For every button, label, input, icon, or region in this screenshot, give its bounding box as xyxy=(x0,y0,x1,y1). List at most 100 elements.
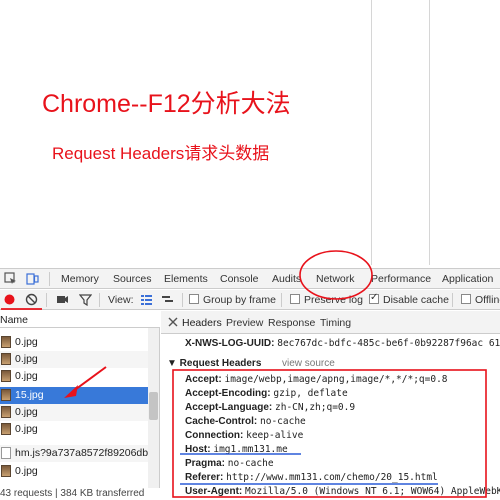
toolbar-separator xyxy=(182,293,183,307)
header-value: Mozilla/5.0 (Windows NT 6.1; WOW64) Appl… xyxy=(245,486,500,497)
request-name: 0.jpg xyxy=(15,370,38,382)
tab-memory[interactable]: Memory xyxy=(61,273,99,285)
tab-console[interactable]: Console xyxy=(220,273,259,285)
header-line-connection: Connection: keep-alive xyxy=(185,430,303,441)
filter-icon[interactable] xyxy=(79,293,92,306)
header-key: Cache-Control: xyxy=(185,416,258,427)
tab-preview[interactable]: Preview xyxy=(226,317,263,329)
header-value: img1.mm131.me xyxy=(213,444,288,455)
toolbar-separator xyxy=(46,293,47,307)
header-line-user-agent: User-Agent: Mozilla/5.0 (Windows NT 6.1;… xyxy=(185,486,500,497)
preserve-log-label: Preserve log xyxy=(304,294,363,306)
detail-tab-bar: Headers Preview Response Timing xyxy=(161,311,500,334)
group-by-frame-label: Group by frame xyxy=(203,294,276,306)
request-row[interactable]: 0.jpg xyxy=(0,463,148,480)
offline-checkbox[interactable] xyxy=(461,294,471,304)
network-toolbar: View: Group by frame Preserve log Disabl… xyxy=(0,290,500,310)
tab-headers[interactable]: Headers xyxy=(182,317,222,329)
tab-elements[interactable]: Elements xyxy=(164,273,208,285)
screenshot-camera-icon[interactable] xyxy=(56,293,69,306)
header-value: keep-alive xyxy=(246,430,304,441)
group-by-frame-checkbox[interactable] xyxy=(189,294,199,304)
header-line-pragma: Pragma: no-cache xyxy=(185,458,274,469)
preserve-log-checkbox[interactable] xyxy=(290,294,300,304)
request-name: 0.jpg xyxy=(15,336,38,348)
request-row[interactable]: 0.jpg xyxy=(0,368,148,385)
header-key: Accept: xyxy=(185,374,222,385)
image-thumbnail-icon xyxy=(1,465,11,477)
page-divider-right xyxy=(429,0,430,265)
header-line-host: Host: img1.mm131.me xyxy=(185,444,288,455)
header-key: X-NWS-LOG-UUID: xyxy=(185,338,275,349)
clear-icon[interactable] xyxy=(25,293,38,306)
scrollbar-thumb[interactable] xyxy=(149,392,158,420)
tab-sources[interactable]: Sources xyxy=(113,273,152,285)
view-label: View: xyxy=(108,294,134,306)
header-key: Accept-Language: xyxy=(185,402,273,413)
request-row-selected[interactable]: 15.jpg xyxy=(0,387,148,404)
header-value: 8ec767dc-bdfc-485c-be6f-0b92287f96ac 612 xyxy=(277,338,500,349)
header-value: gzip, deflate xyxy=(273,388,348,399)
image-thumbnail-icon xyxy=(1,370,11,382)
inspect-element-icon[interactable] xyxy=(4,272,17,285)
devtools-tab-bar: Memory Sources Elements Console Audits N… xyxy=(0,268,500,289)
image-thumbnail-icon xyxy=(1,423,11,435)
header-value: http://www.mm131.com/chemo/20_15.html xyxy=(226,472,438,483)
overview-icon[interactable] xyxy=(161,293,174,306)
record-icon[interactable] xyxy=(3,293,16,306)
offline-label: Offline xyxy=(475,294,500,306)
tab-application[interactable]: Application xyxy=(442,273,493,285)
tab-separator xyxy=(49,272,50,286)
tab-response[interactable]: Response xyxy=(268,317,315,329)
toolbar-separator xyxy=(452,293,453,307)
request-row[interactable]: 0.jpg xyxy=(0,351,148,368)
network-summary: 43 requests | 384 KB transferred xyxy=(0,488,160,500)
image-thumbnail-icon xyxy=(1,336,11,348)
toolbar-separator xyxy=(281,293,282,307)
header-line-accept-encoding: Accept-Encoding: gzip, deflate xyxy=(185,388,348,399)
header-key: User-Agent: xyxy=(185,486,243,497)
header-line-accept: Accept: image/webp,image/apng,image/*,*/… xyxy=(185,374,448,385)
close-icon[interactable] xyxy=(168,317,178,327)
page-content-area: Chrome--F12分析大法 Request Headers请求头数据 xyxy=(0,0,500,265)
request-row[interactable]: hm.js?9a737a8572f89206db6e xyxy=(0,445,148,462)
device-toolbar-icon[interactable] xyxy=(26,272,39,285)
header-line-cache-control: Cache-Control: no-cache xyxy=(185,416,306,427)
image-thumbnail-icon xyxy=(1,406,11,418)
request-list-panel: Name 0.jpg 0.jpg 0.jpg 15.jpg 0.jpg 0.jp… xyxy=(0,311,160,500)
request-name: hm.js?9a737a8572f89206db6e xyxy=(15,447,148,459)
page-divider-left xyxy=(371,0,372,265)
request-row[interactable]: 0.jpg xyxy=(0,404,148,421)
request-name: 0.jpg xyxy=(15,353,38,365)
large-rows-icon[interactable] xyxy=(140,293,153,306)
request-headers-section-title[interactable]: ▼ Request Headers xyxy=(167,358,261,369)
response-header-line: X-NWS-LOG-UUID: 8ec767dc-bdfc-485c-be6f-… xyxy=(185,338,500,349)
tab-timing[interactable]: Timing xyxy=(320,317,351,329)
tab-audits[interactable]: Audits xyxy=(272,273,301,285)
overlay-subtitle: Request Headers请求头数据 xyxy=(52,144,270,163)
header-value: image/webp,image/apng,image/*,*/*;q=0.8 xyxy=(224,374,448,385)
header-line-accept-language: Accept-Language: zh-CN,zh;q=0.9 xyxy=(185,402,355,413)
header-key: Accept-Encoding: xyxy=(185,388,271,399)
name-column-header[interactable]: Name xyxy=(0,311,160,328)
request-list-scrollbar[interactable] xyxy=(148,328,159,488)
request-name: 15.jpg xyxy=(15,389,44,401)
request-row[interactable]: 0.jpg xyxy=(0,334,148,351)
overlay-title: Chrome--F12分析大法 xyxy=(42,90,291,118)
tab-performance[interactable]: Performance xyxy=(371,273,431,285)
request-row[interactable]: 0.jpg xyxy=(0,421,148,438)
toolbar-separator xyxy=(99,293,100,307)
header-value: zh-CN,zh;q=0.9 xyxy=(275,402,356,413)
header-line-referer: Referer: http://www.mm131.com/chemo/20_1… xyxy=(185,472,438,483)
disable-cache-checkbox[interactable] xyxy=(369,292,379,304)
header-key: Connection: xyxy=(185,430,244,441)
request-name: 0.jpg xyxy=(15,406,38,418)
header-value: no-cache xyxy=(260,416,306,427)
tab-network[interactable]: Network xyxy=(316,273,355,285)
header-key: Pragma: xyxy=(185,458,226,469)
header-key: Referer: xyxy=(185,472,224,483)
image-thumbnail-icon xyxy=(1,389,11,401)
request-name: 0.jpg xyxy=(15,465,38,477)
disable-cache-label: Disable cache xyxy=(383,294,449,306)
view-source-link[interactable]: view source xyxy=(282,358,335,369)
